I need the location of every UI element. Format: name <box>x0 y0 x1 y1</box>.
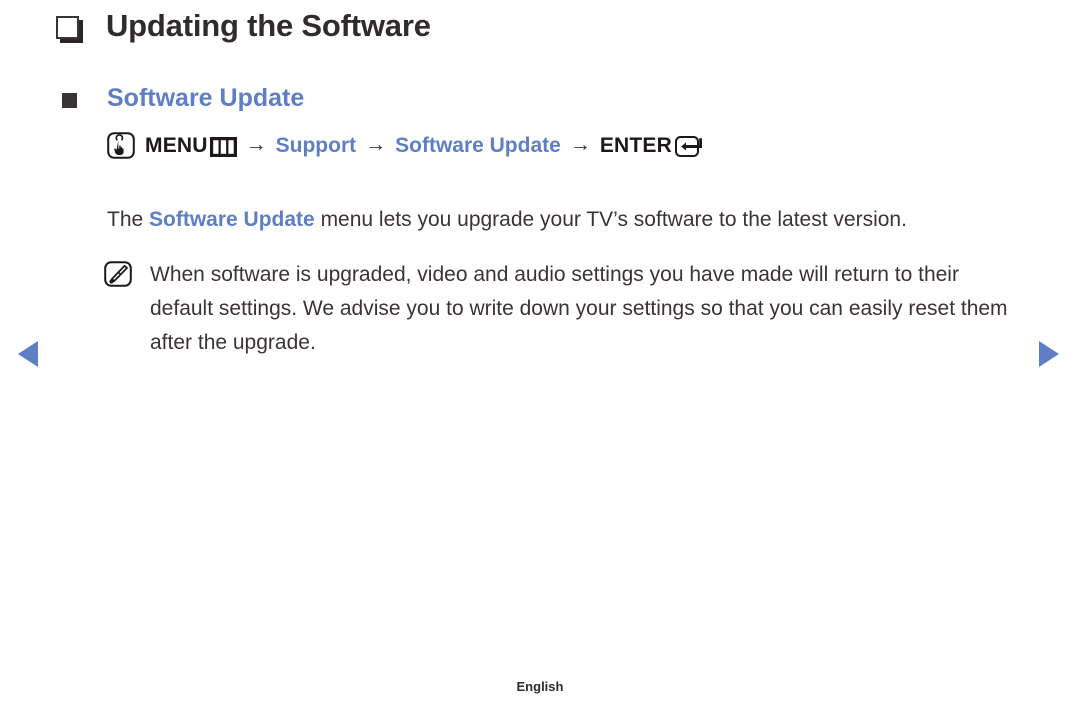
section-heading-row: Software Update <box>62 84 304 113</box>
path-arrow-3: → <box>569 132 591 156</box>
footer-language-label: English <box>516 679 564 694</box>
page-title: Updating the Software <box>106 8 431 43</box>
body-paragraph: The Software Update menu lets you upgrad… <box>107 203 1012 237</box>
enter-return-key-icon <box>675 136 704 157</box>
enter-label: ENTER <box>599 133 673 157</box>
note-pencil-icon <box>104 261 132 287</box>
menu-path-breadcrumb: MENU → Support → Software Update → ENTER <box>107 132 704 159</box>
path-arrow-2: → <box>365 132 387 156</box>
body-lead-text: The <box>107 208 150 231</box>
path-arrow-1: → <box>245 132 267 156</box>
body-trail-text: menu lets you upgrade your TV’s software… <box>314 208 907 231</box>
hand-press-button-icon <box>107 132 135 159</box>
menu-label: MENU <box>145 133 208 157</box>
hollow-square-bullet-icon <box>56 15 79 39</box>
note-text: When software is upgraded, video and aud… <box>150 263 1008 354</box>
body-emphasis-text: Software Update <box>149 208 315 231</box>
filled-square-bullet-icon <box>62 93 77 108</box>
next-page-triangle-icon[interactable] <box>1039 341 1059 367</box>
previous-page-triangle-icon[interactable] <box>18 341 38 367</box>
path-step-support: Support <box>275 133 357 157</box>
page-title-row: Updating the Software <box>56 8 431 44</box>
note-block: When software is upgraded, video and aud… <box>104 258 1024 360</box>
section-heading: Software Update <box>107 84 305 112</box>
menu-bars-icon <box>209 136 237 157</box>
path-step-software-update: Software Update <box>395 133 561 157</box>
